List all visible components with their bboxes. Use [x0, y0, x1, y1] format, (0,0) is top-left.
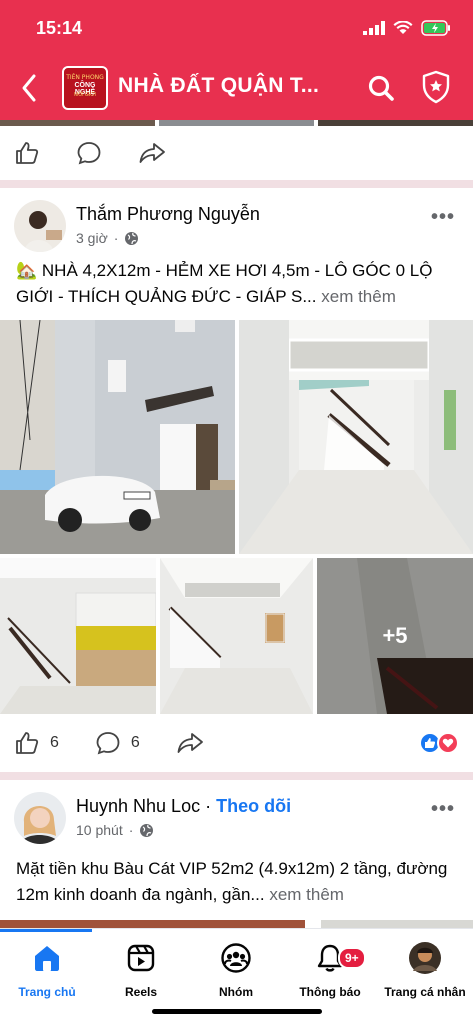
globe-icon — [140, 823, 154, 837]
notification-badge: 9+ — [338, 947, 366, 969]
profile-avatar — [409, 942, 441, 974]
post-actions: 6 6 — [0, 714, 473, 772]
logo-line-3: MÔI GIỚI — [74, 92, 96, 98]
post-card: Thắm Phương Nguyễn 3 giờ · ••• 🏡 NHÀ 4,2… — [0, 188, 473, 772]
post-time[interactable]: 10 phút — [76, 822, 123, 838]
group-navbar: TIÊN PHONG CÔNG NGHỆ MÔI GIỚI NHÀ ĐẤT QU… — [0, 60, 473, 116]
group-title[interactable]: NHÀ ĐẤT QUẬN T... — [118, 74, 319, 98]
dot-separator: · — [128, 822, 134, 838]
tab-label: Trang chủ — [18, 985, 76, 999]
tab-profile[interactable]: Trang cá nhân — [378, 941, 472, 999]
logo-line-1: TIÊN PHONG — [66, 74, 104, 81]
more-options-icon[interactable]: ••• — [431, 798, 455, 821]
author-name-line: Huynh Nhu Loc · Theo dõi — [76, 796, 291, 817]
comment-icon — [77, 142, 101, 165]
like-count: 6 — [50, 734, 59, 751]
top-header: 15:14 TIÊN PHONG CÔNG NGHỆ MÔI GIỚI NHÀ … — [0, 0, 473, 120]
status-icons — [363, 20, 451, 36]
tab-label: Nhóm — [219, 985, 253, 999]
feed[interactable]: Thắm Phương Nguyễn 3 giờ · ••• 🏡 NHÀ 4,2… — [0, 120, 473, 928]
post-photo-strip[interactable] — [0, 920, 473, 928]
tab-reels[interactable]: Reels — [94, 941, 188, 999]
author-avatar[interactable] — [14, 792, 66, 844]
like-icon — [16, 142, 39, 164]
tab-groups[interactable]: Nhóm — [189, 941, 283, 999]
author-name[interactable]: Thắm Phương Nguyễn — [76, 204, 260, 225]
bottom-tab-bar: Trang chủ Reels Nhóm 9+ Thông báo Trang … — [0, 928, 473, 1024]
status-bar: 15:14 — [0, 0, 473, 56]
author-name[interactable]: Huynh Nhu Loc — [76, 796, 200, 816]
post-card: Huynh Nhu Loc · Theo dõi 10 phút · ••• M… — [0, 780, 473, 928]
post-header: Huynh Nhu Loc · Theo dõi 10 phút · ••• — [0, 780, 473, 848]
reaction-summary[interactable] — [419, 732, 459, 754]
share-button[interactable] — [176, 730, 204, 756]
status-time: 15:14 — [36, 18, 83, 38]
post-text[interactable]: 🏡 NHÀ 4,2X12m - HẺM XE HƠI 4,5m - LÔ GÓC… — [0, 254, 473, 310]
prev-post-image-edge — [0, 120, 473, 126]
post-time[interactable]: 3 giờ — [76, 230, 108, 246]
active-tab-indicator — [0, 929, 92, 932]
battery-icon — [421, 20, 450, 36]
app-screen: 15:14 TIÊN PHONG CÔNG NGHỆ MÔI GIỚI NHÀ … — [0, 0, 473, 1024]
share-button[interactable] — [138, 140, 166, 166]
group-logo[interactable]: TIÊN PHONG CÔNG NGHỆ MÔI GIỚI — [62, 66, 108, 110]
post-text[interactable]: Mặt tiền khu Bàu Cát VIP 52m2 (4.9x12m) … — [0, 848, 473, 908]
photo-grid: +5 — [0, 320, 473, 714]
post-separator — [0, 772, 473, 780]
post-photo[interactable] — [160, 558, 313, 714]
more-options-icon[interactable]: ••• — [431, 206, 455, 229]
dot-separator: · — [205, 796, 217, 816]
home-indicator — [152, 1009, 322, 1014]
like-icon — [16, 732, 39, 754]
post-meta: 10 phút · — [76, 822, 154, 838]
comment-button[interactable] — [76, 140, 102, 166]
comment-count: 6 — [130, 734, 140, 751]
tab-label: Thông báo — [299, 985, 361, 999]
tab-notifications[interactable]: 9+ Thông báo — [283, 941, 377, 999]
wifi-icon — [393, 21, 413, 34]
post-body: Mặt tiền khu Bàu Cát VIP 52m2 (4.9x12m) … — [16, 859, 448, 904]
back-icon[interactable] — [16, 72, 44, 104]
post-header: Thắm Phương Nguyễn 3 giờ · ••• — [0, 188, 473, 254]
share-icon — [139, 143, 165, 163]
groups-icon — [221, 943, 251, 973]
tab-home[interactable]: Trang chủ — [0, 941, 94, 999]
home-icon — [35, 946, 59, 971]
more-photos-count: +5 — [317, 558, 473, 714]
see-more-link[interactable]: xem thêm — [269, 885, 344, 904]
dot-separator: · — [113, 230, 119, 246]
comment-icon — [96, 732, 120, 755]
post-separator — [0, 180, 473, 188]
signal-icon — [363, 21, 385, 35]
author-avatar[interactable] — [14, 200, 66, 252]
admin-shield-icon[interactable] — [421, 70, 451, 104]
post-photo[interactable] — [239, 320, 473, 554]
follow-button[interactable]: Theo dõi — [216, 796, 291, 816]
post-photo[interactable] — [0, 320, 235, 554]
share-icon — [177, 733, 203, 753]
prev-post-actions — [0, 126, 473, 180]
love-reaction-icon — [437, 732, 459, 754]
comment-button[interactable]: 6 — [95, 730, 140, 756]
search-icon[interactable] — [367, 74, 395, 102]
reels-icon — [127, 944, 155, 972]
post-photo[interactable] — [0, 558, 156, 714]
like-button[interactable] — [14, 140, 40, 166]
post-meta: 3 giờ · — [76, 230, 139, 246]
globe-icon — [125, 231, 139, 245]
like-button[interactable]: 6 — [14, 730, 59, 756]
tab-label: Reels — [124, 985, 158, 999]
post-photo-more[interactable]: +5 — [317, 558, 473, 714]
see-more-link[interactable]: xem thêm — [321, 287, 396, 306]
tab-label: Trang cá nhân — [384, 985, 466, 999]
